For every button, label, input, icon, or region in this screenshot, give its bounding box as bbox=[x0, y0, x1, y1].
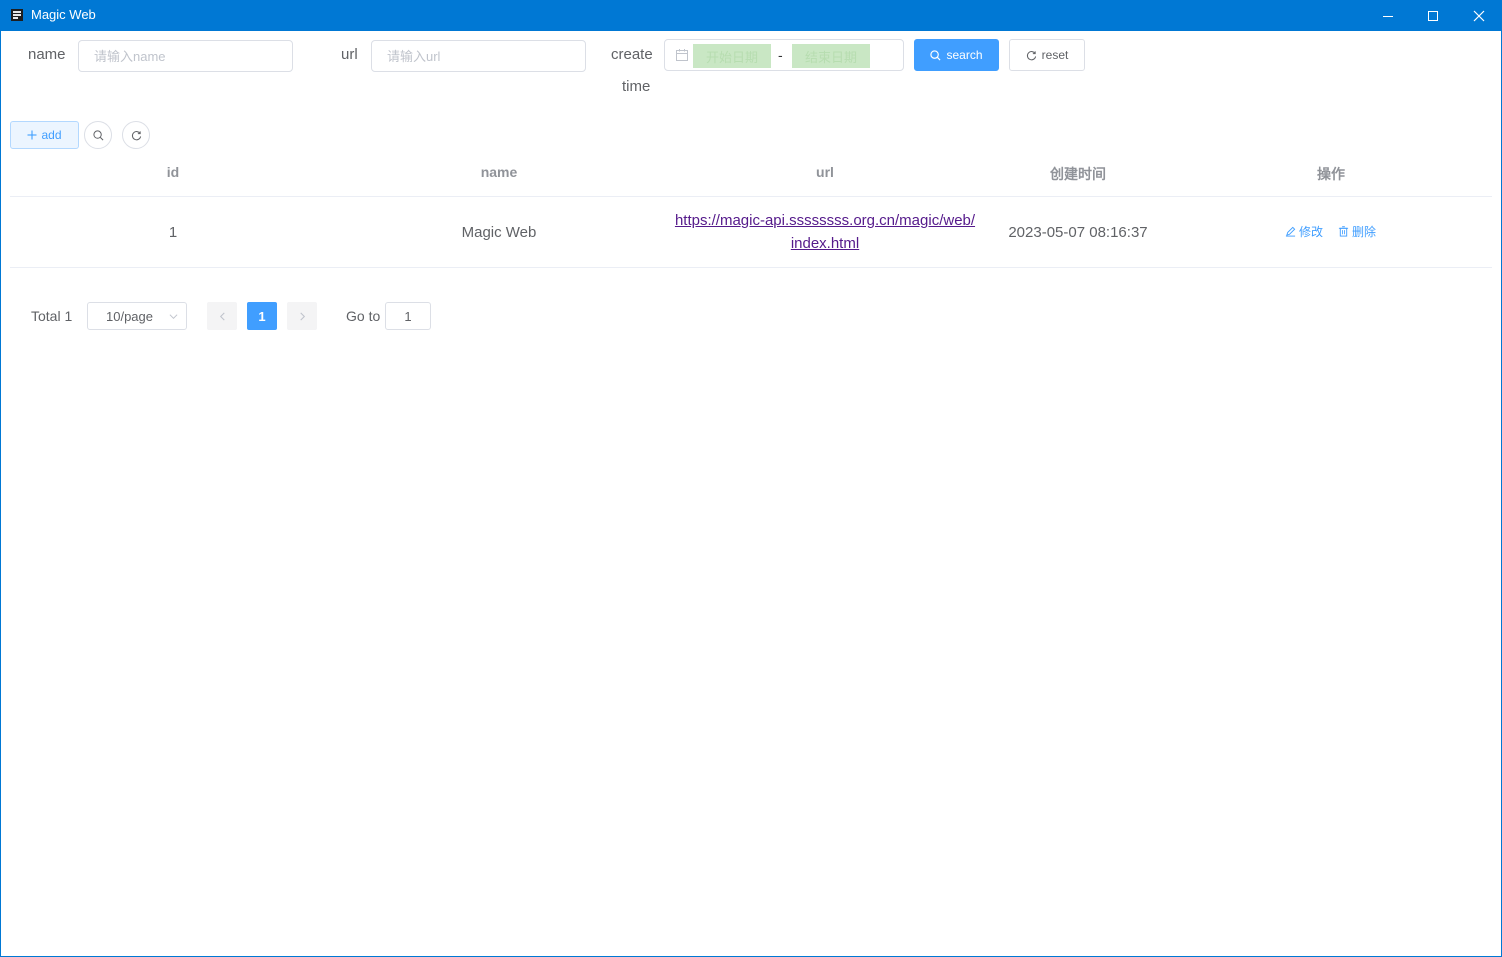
chevron-down-icon bbox=[169, 314, 178, 320]
column-header-id: id bbox=[166, 164, 180, 180]
search-button[interactable]: search bbox=[914, 39, 999, 71]
date-range-separator: - bbox=[778, 47, 783, 63]
delete-button-label: 删除 bbox=[1352, 225, 1377, 239]
column-header-name: name bbox=[480, 164, 518, 180]
add-button[interactable]: add bbox=[10, 121, 79, 149]
maximize-icon bbox=[1428, 10, 1438, 21]
pagination-total: Total 1 bbox=[31, 308, 73, 324]
prev-page-button[interactable] bbox=[207, 302, 237, 330]
search-icon bbox=[930, 49, 941, 61]
add-button-label: add bbox=[41, 128, 62, 142]
reset-button[interactable]: reset bbox=[1009, 39, 1085, 71]
start-date-input[interactable]: 开始日期 bbox=[693, 44, 771, 68]
name-filter-input[interactable] bbox=[78, 40, 293, 72]
chevron-right-icon bbox=[299, 312, 305, 320]
create-time-label: create bbox=[611, 46, 653, 63]
minimize-button[interactable] bbox=[1365, 0, 1411, 31]
refresh-icon bbox=[1026, 50, 1036, 60]
page-size-select[interactable]: 10/page bbox=[87, 302, 187, 330]
table-header-divider bbox=[10, 196, 1492, 197]
url-filter-input[interactable] bbox=[371, 40, 586, 72]
url-filter-label: url bbox=[341, 46, 358, 63]
column-header-url: url bbox=[816, 164, 834, 180]
reset-button-label: reset bbox=[1041, 48, 1069, 62]
delete-icon bbox=[1338, 226, 1349, 237]
toggle-search-button[interactable] bbox=[84, 121, 112, 149]
close-button[interactable] bbox=[1456, 0, 1502, 31]
next-page-button[interactable] bbox=[287, 302, 317, 330]
chevron-left-icon bbox=[219, 312, 225, 320]
cell-created-time: 2023-05-07 08:16:37 bbox=[1008, 224, 1148, 241]
refresh-icon bbox=[131, 130, 141, 140]
edit-button[interactable]: 修改 bbox=[1285, 223, 1323, 240]
table-row-divider bbox=[10, 267, 1492, 268]
app-icon bbox=[11, 9, 23, 21]
calendar-icon bbox=[676, 49, 688, 61]
cell-id: 1 bbox=[168, 224, 178, 241]
end-date-input[interactable]: 结束日期 bbox=[792, 44, 870, 68]
edit-button-label: 修改 bbox=[1299, 225, 1324, 239]
url-link[interactable]: https://magic-api.ssssssss.org.cn/magic/… bbox=[660, 209, 990, 232]
search-icon bbox=[92, 129, 103, 140]
column-header-created: 创建时间 bbox=[1050, 166, 1106, 182]
close-icon bbox=[1473, 10, 1485, 21]
cell-url[interactable]: https://magic-api.ssssssss.org.cn/magic/… bbox=[660, 209, 990, 255]
page-number-current[interactable]: 1 bbox=[247, 302, 277, 330]
url-link-continued[interactable]: index.html bbox=[660, 232, 990, 255]
search-button-label: search bbox=[946, 48, 983, 62]
window-title: Magic Web bbox=[31, 7, 96, 22]
maximize-button[interactable] bbox=[1410, 0, 1456, 31]
delete-button[interactable]: 删除 bbox=[1338, 223, 1376, 240]
column-header-actions: 操作 bbox=[1317, 166, 1345, 182]
refresh-table-button[interactable] bbox=[122, 121, 150, 149]
cell-name: Magic Web bbox=[461, 224, 537, 241]
name-filter-label: name bbox=[28, 46, 66, 63]
title-bar: Magic Web bbox=[1, 0, 1502, 31]
minimize-icon bbox=[1383, 15, 1393, 17]
page-size-value: 10/page bbox=[106, 308, 153, 324]
create-time-label-continued: time bbox=[622, 78, 651, 95]
edit-icon bbox=[1285, 226, 1296, 237]
date-range-picker[interactable]: 开始日期 - 结束日期 bbox=[664, 39, 904, 71]
goto-page-input[interactable] bbox=[385, 302, 431, 330]
goto-label: Go to bbox=[346, 308, 381, 324]
plus-icon bbox=[27, 130, 37, 140]
app-window: Magic Web name url create time 开始日期 - 结束… bbox=[0, 0, 1502, 957]
